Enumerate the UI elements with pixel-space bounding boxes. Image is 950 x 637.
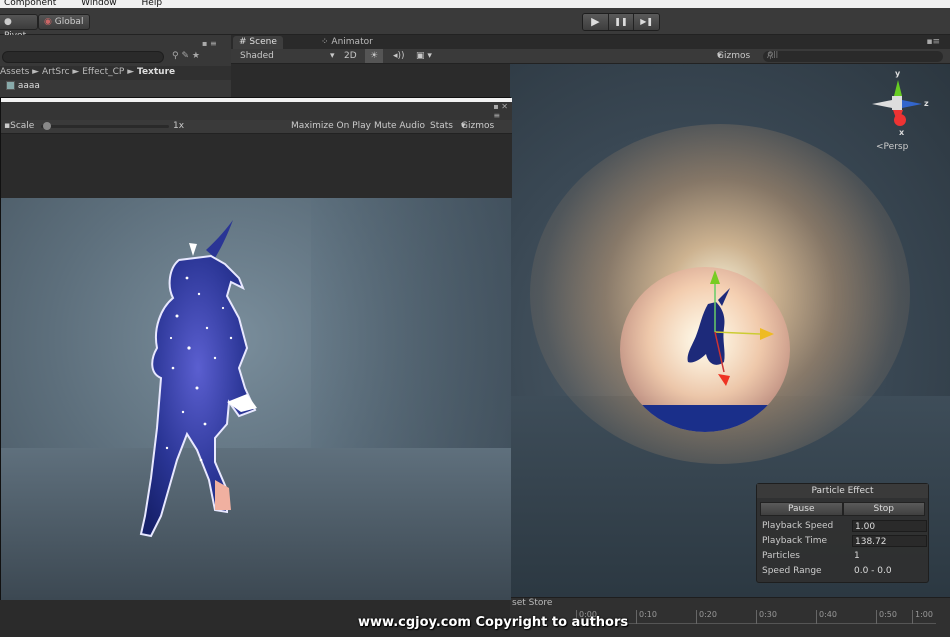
particle-effect-title: Particle Effect (757, 484, 928, 498)
timeline-ruler[interactable]: 0:00 0:10 0:20 0:30 0:40 0:50 1:00 (576, 610, 936, 624)
mute-audio-toggle[interactable]: Mute Audio (374, 120, 425, 133)
game-letterbox (1, 134, 512, 198)
particle-effect-buttons: Pause Stop (760, 502, 925, 516)
asset-store-tab[interactable]: set Store (512, 598, 552, 608)
main-toolbar: ● Pivot ◉ Global ▶ ❚❚ ▶❚ (0, 8, 950, 41)
breadcrumb: Assets ► ArtSrc ► Effect_CP ► Texture (0, 66, 231, 80)
scale-value: 1x (173, 121, 185, 131)
audio-toggle-icon[interactable]: ◂)) (393, 49, 405, 63)
menu-item-window[interactable]: Window (81, 0, 117, 8)
step-icon: ▶❚ (640, 17, 654, 26)
scale-slider-handle[interactable] (43, 122, 51, 130)
x-axis-handle (760, 328, 774, 340)
lighting-toggle-icon[interactable]: ☀ (365, 49, 384, 63)
pause-button[interactable]: Pause (760, 502, 843, 516)
globe-icon: ◉ (44, 17, 52, 27)
pause-icon: ❚❚ (614, 17, 628, 26)
window-menu-icon[interactable]: ▪ ✕ ≡ (493, 102, 508, 120)
watermark-text: www.cgjoy.com Copyright to authors (358, 615, 629, 630)
particle-effect-panel: Particle Effect Pause Stop Playback Spee… (756, 483, 929, 583)
game-toolbar: ▪ Scale 1x Maximize On Play Mute Audio S… (1, 120, 512, 134)
effects-toggle-icon[interactable]: ▣ ▾ (416, 49, 432, 63)
play-icon: ▶ (591, 15, 600, 28)
axis-x-label: x (899, 128, 905, 137)
scene-tab-bar: # Scene ⁘ Animator ▪≡ (231, 35, 950, 49)
timeline-tick: 0:10 (636, 610, 657, 624)
breadcrumb-texture[interactable]: Texture (137, 67, 175, 77)
chevron-left-icon: < (876, 142, 884, 152)
global-label: Global (54, 17, 84, 27)
scale-label: ▪ Scale (4, 121, 35, 131)
breadcrumb-effect-cp[interactable]: Effect_CP (82, 67, 124, 77)
game-gizmos-dropdown[interactable]: Gizmos ▾ (461, 120, 494, 133)
gizmos-dropdown[interactable]: Gizmos ▾ (717, 49, 750, 63)
playback-time-field[interactable]: 138.72 (852, 535, 927, 547)
step-button[interactable]: ▶❚ (634, 14, 659, 30)
playback-speed-field[interactable]: 1.00 (852, 520, 927, 532)
axis-z-label: z (924, 99, 929, 108)
scene-search-input[interactable]: ⚲ All (763, 51, 943, 62)
playback-controls: ▶ ❚❚ ▶❚ (582, 13, 660, 31)
pause-button[interactable]: ❚❚ (608, 14, 635, 30)
pivot-icon: ● (4, 17, 12, 27)
speed-range-value: 0.0 - 0.0 (854, 566, 892, 576)
timeline-tick: 0:30 (756, 610, 777, 624)
menu-item-help[interactable]: Help (142, 0, 163, 8)
play-button[interactable]: ▶ (583, 14, 609, 30)
pivot-button[interactable]: ● Pivot (0, 14, 38, 41)
mode-2d-toggle[interactable]: 2D (344, 49, 357, 63)
timeline-tick: 0:20 (696, 610, 717, 624)
project-filter-icons[interactable]: ⚲ ✎ ★ (172, 51, 200, 61)
game-viewport[interactable] (1, 198, 511, 600)
y-axis-handle (710, 270, 720, 284)
orientation-gizmo[interactable] (872, 80, 922, 126)
axis-y-label: y (895, 69, 901, 78)
asset-item[interactable]: aaaa (6, 81, 40, 91)
persp-label[interactable]: <Persp (876, 142, 908, 152)
scene-toolbar: Shaded ▾ 2D ☀ ◂)) ▣ ▾ Gizmos ▾ ⚲ All (231, 49, 950, 64)
asset-item-label: aaaa (17, 81, 40, 91)
character-svg (139, 220, 257, 538)
particles-row: Particles 1 (757, 549, 928, 564)
game-window: ▪ ✕ ≡ ▪ Scale 1x Maximize On Play Mute Au… (0, 97, 512, 600)
breadcrumb-assets[interactable]: Assets (0, 67, 29, 77)
timeline-tick: 1:00 (912, 610, 933, 624)
playback-time-row: Playback Time 138.72 (757, 534, 928, 549)
menu-bar: Component Window Help (0, 0, 950, 8)
scene-tab-menu-icon[interactable]: ▪≡ (926, 37, 940, 47)
project-panel: ▪ ≡ ⚲ ✎ ★ Assets ► ArtSrc ► Effect_CP ► … (0, 35, 231, 97)
game-tab-bar: ▪ ✕ ≡ (1, 102, 512, 120)
z-axis-handle (718, 374, 730, 386)
character-silhouette-small (687, 288, 730, 365)
stop-button[interactable]: Stop (842, 502, 925, 516)
breadcrumb-artsrc[interactable]: ArtSrc (42, 67, 70, 77)
particles-value: 1 (854, 551, 860, 561)
project-search-input[interactable] (2, 51, 164, 63)
maximize-on-play-toggle[interactable]: Maximize On Play (291, 120, 371, 133)
timeline-tick: 0:40 (816, 610, 837, 624)
menu-item-component[interactable]: Component (4, 0, 56, 8)
timeline-tick: 0:50 (876, 610, 897, 624)
speed-range-row: Speed Range 0.0 - 0.0 (757, 564, 928, 579)
animator-icon: ⁘ (321, 37, 329, 47)
chevron-down-icon: ▾ (330, 51, 335, 61)
scale-slider[interactable] (41, 125, 169, 128)
global-button[interactable]: ◉ Global (38, 14, 90, 30)
tab-scene[interactable]: # Scene (233, 36, 283, 49)
panel-lock-icon[interactable]: ▪ ≡ (202, 39, 217, 48)
playback-speed-row: Playback Speed 1.00 (757, 519, 928, 534)
stats-toggle[interactable]: Stats (430, 120, 453, 133)
texture-file-icon (6, 81, 15, 90)
character-silhouette (139, 220, 257, 538)
scene-grid-icon: # (239, 37, 247, 47)
tab-animator[interactable]: ⁘ Animator (315, 36, 379, 49)
